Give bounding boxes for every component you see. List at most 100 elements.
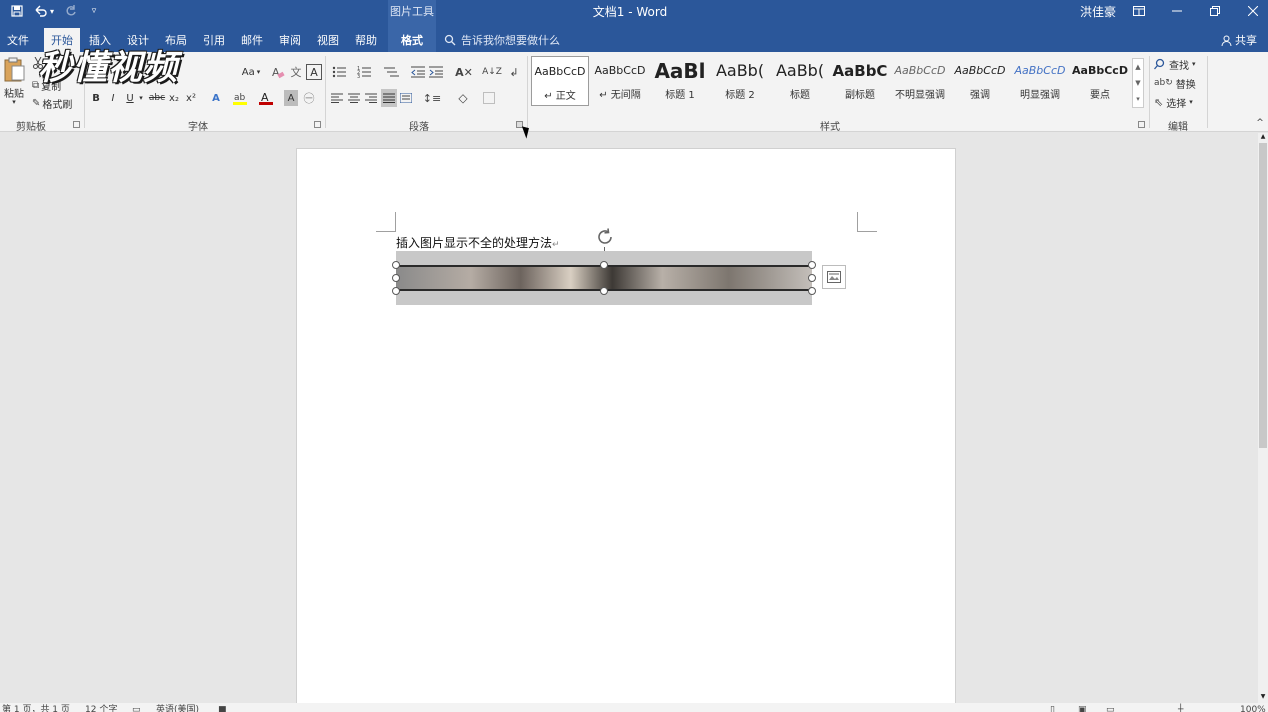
resize-handle-sw[interactable] xyxy=(392,287,400,295)
scroll-up-icon[interactable]: ▲ xyxy=(1259,133,1267,141)
decrease-indent-icon[interactable] xyxy=(410,64,426,80)
style-normal[interactable]: AaBbCcD ↵ 正文 xyxy=(531,56,589,106)
zoom-level[interactable]: 100% xyxy=(1240,703,1266,712)
strikethrough-button[interactable]: abc xyxy=(148,90,166,106)
show-marks-icon[interactable]: ↲ xyxy=(506,64,522,80)
scrollbar-thumb[interactable] xyxy=(1259,143,1267,448)
web-layout-icon[interactable]: ▭ xyxy=(1106,703,1115,712)
underline-button[interactable]: U xyxy=(123,90,137,106)
style-no-spacing[interactable]: AaBbCcD ↵ 无间隔 xyxy=(591,56,649,106)
read-mode-icon[interactable]: ▯ xyxy=(1050,703,1055,712)
close-icon[interactable] xyxy=(1234,0,1268,22)
zoom-slider[interactable]: ┼ xyxy=(1178,703,1183,712)
character-shading-button[interactable]: A xyxy=(284,90,298,106)
selected-picture[interactable] xyxy=(392,251,816,305)
line-spacing-icon[interactable]: ↕≡ xyxy=(421,90,443,106)
justify-icon[interactable] xyxy=(381,89,397,107)
font-color-icon[interactable]: A xyxy=(256,90,276,106)
tab-picture-format[interactable]: 格式 xyxy=(388,28,436,52)
layout-options-icon[interactable] xyxy=(822,265,846,289)
macro-icon[interactable]: ■ xyxy=(218,703,227,712)
align-center-icon[interactable] xyxy=(347,90,361,106)
style-strong[interactable]: AaBbCcD 要点 xyxy=(1071,56,1129,106)
paste-icon[interactable] xyxy=(2,56,26,84)
align-left-icon[interactable] xyxy=(330,90,344,106)
style-emphasis[interactable]: AaBbCcD 强调 xyxy=(951,56,1009,106)
styles-dialog-launcher[interactable] xyxy=(1138,121,1145,128)
print-layout-icon[interactable]: ▣ xyxy=(1078,703,1087,712)
resize-handle-nw[interactable] xyxy=(392,261,400,269)
style-title[interactable]: AaBb( 标题 xyxy=(771,56,829,106)
style-subtitle[interactable]: AaBbC 副标题 xyxy=(831,56,889,106)
subscript-button[interactable]: x₂ xyxy=(166,90,182,106)
distributed-icon[interactable] xyxy=(399,90,413,106)
customize-qat-icon[interactable]: ▿ xyxy=(84,0,104,22)
highlight-icon[interactable]: ab xyxy=(230,90,252,106)
resize-handle-e[interactable] xyxy=(808,274,816,282)
minimize-icon[interactable] xyxy=(1158,0,1196,22)
collapse-ribbon-icon[interactable]: ^ xyxy=(1254,118,1266,128)
text-effects-button[interactable]: A xyxy=(207,90,225,106)
format-painter-button[interactable]: ✎ 格式刷 xyxy=(32,96,80,111)
clipboard-dialog-launcher[interactable] xyxy=(73,121,80,128)
rotate-icon[interactable] xyxy=(595,227,615,247)
styles-gallery-scroll[interactable]: ▲ ▼ ▾ xyxy=(1132,58,1144,108)
language-indicator[interactable]: 英语(美国) xyxy=(156,703,199,712)
redo-icon[interactable] xyxy=(60,0,82,22)
increase-indent-icon[interactable] xyxy=(428,64,444,80)
tell-me-search[interactable]: 告诉我你想要做什么 xyxy=(444,32,644,48)
character-border-icon[interactable]: A xyxy=(306,64,322,80)
share-button[interactable]: 共享 xyxy=(1221,32,1257,48)
word-count[interactable]: 12 个字 xyxy=(85,703,117,712)
find-button[interactable]: 查找 ▾ xyxy=(1154,56,1204,72)
font-dialog-launcher[interactable] xyxy=(314,121,321,128)
scroll-down-icon[interactable]: ▼ xyxy=(1135,79,1140,87)
italic-button[interactable]: I xyxy=(106,90,120,106)
save-icon[interactable] xyxy=(6,0,28,22)
paste-button[interactable]: 粘贴 xyxy=(2,86,26,100)
tab-mailings[interactable]: 邮件 xyxy=(234,28,270,52)
resize-handle-se[interactable] xyxy=(808,287,816,295)
shading-icon[interactable]: ◇ xyxy=(452,90,474,106)
style-subtle-emphasis[interactable]: AaBbCcD 不明显强调 xyxy=(891,56,949,106)
bold-button[interactable]: B xyxy=(89,90,103,106)
tab-review[interactable]: 审阅 xyxy=(272,28,308,52)
underline-dropdown-icon[interactable]: ▾ xyxy=(137,90,145,106)
multilevel-list-icon[interactable] xyxy=(381,64,403,80)
style-intense-emphasis[interactable]: AaBbCcD 明显强调 xyxy=(1011,56,1069,106)
undo-dropdown-icon[interactable]: ▾ xyxy=(46,0,58,22)
ribbon-display-icon[interactable] xyxy=(1120,0,1158,22)
proofing-icon[interactable]: ▭ xyxy=(132,703,141,712)
document-paragraph[interactable]: 插入图片显示不全的处理方法↵ xyxy=(396,234,560,251)
sort-icon[interactable]: A↓Z xyxy=(482,64,502,80)
scroll-up-icon[interactable]: ▲ xyxy=(1135,63,1140,71)
scroll-down-icon[interactable]: ▼ xyxy=(1259,693,1267,701)
replace-button[interactable]: ab↻ 替换 xyxy=(1154,75,1204,91)
gallery-more-icon[interactable]: ▾ xyxy=(1136,95,1140,103)
change-case-button[interactable]: Aa ▾ xyxy=(238,64,264,80)
resize-handle-n[interactable] xyxy=(600,261,608,269)
chinese-layout-icon[interactable]: A✕ xyxy=(452,64,476,80)
tab-help[interactable]: 帮助 xyxy=(348,28,384,52)
tab-view[interactable]: 视图 xyxy=(310,28,346,52)
phonetic-guide-icon[interactable]: 文 xyxy=(288,64,304,80)
clear-formatting-icon[interactable]: A xyxy=(270,64,286,80)
document-page[interactable]: 插入图片显示不全的处理方法↵ xyxy=(296,148,956,708)
vertical-scrollbar[interactable]: ▲ ▼ xyxy=(1258,133,1268,703)
style-heading-1[interactable]: AaBl 标题 1 xyxy=(651,56,709,106)
restore-icon[interactable] xyxy=(1196,0,1234,22)
bullets-icon[interactable] xyxy=(330,64,352,80)
page-count[interactable]: 第 1 页，共 1 页 xyxy=(2,703,70,712)
tab-file[interactable]: 文件 xyxy=(0,28,36,52)
select-button[interactable]: ⇖ 选择 ▾ xyxy=(1154,94,1204,110)
borders-icon[interactable] xyxy=(478,90,500,106)
enclose-characters-icon[interactable]: ㊀ xyxy=(301,90,317,106)
resize-handle-ne[interactable] xyxy=(808,261,816,269)
resize-handle-s[interactable] xyxy=(600,287,608,295)
user-name[interactable]: 洪佳豪 xyxy=(1080,3,1116,20)
style-heading-2[interactable]: AaBb( 标题 2 xyxy=(711,56,769,106)
superscript-button[interactable]: x² xyxy=(183,90,199,106)
paste-dropdown-icon[interactable]: ▾ xyxy=(8,98,20,106)
numbering-icon[interactable]: 123 xyxy=(355,64,377,80)
align-right-icon[interactable] xyxy=(364,90,378,106)
